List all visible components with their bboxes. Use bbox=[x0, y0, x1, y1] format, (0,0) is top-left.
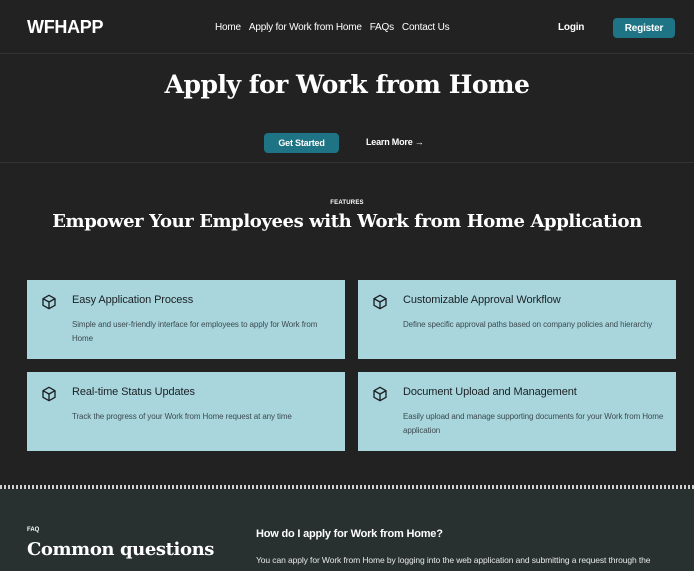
learn-more-link[interactable]: Learn More → bbox=[366, 137, 424, 147]
register-button[interactable]: Register bbox=[613, 18, 675, 38]
faq-eyebrow: FAQ bbox=[27, 527, 40, 533]
get-started-button[interactable]: Get Started bbox=[264, 133, 339, 153]
logo[interactable]: WFHAPP bbox=[27, 17, 104, 38]
login-link[interactable]: Login bbox=[558, 22, 584, 33]
feature-card-title: Document Upload and Management bbox=[403, 386, 577, 398]
feature-card-description: Easily upload and manage supporting docu… bbox=[403, 412, 664, 435]
feature-card: Document Upload and Management Easily up… bbox=[358, 372, 676, 451]
faq-answer: You can apply for Work from Home by logg… bbox=[256, 555, 651, 571]
main-nav: Home Apply for Work from Home FAQs Conta… bbox=[215, 22, 450, 33]
cube-icon bbox=[42, 386, 56, 402]
feature-card-description: Define specific approval paths based on … bbox=[403, 320, 653, 329]
features-title: Empower Your Employees with Work from Ho… bbox=[52, 211, 642, 232]
nav-apply[interactable]: Apply for Work from Home bbox=[249, 22, 362, 33]
hero-title: Apply for Work from Home bbox=[164, 70, 530, 99]
nav-home[interactable]: Home bbox=[215, 22, 241, 33]
feature-card-title: Easy Application Process bbox=[72, 294, 194, 306]
cube-icon bbox=[373, 294, 387, 310]
feature-card-description: Simple and user-friendly interface for e… bbox=[72, 320, 318, 343]
feature-card: Easy Application Process Simple and user… bbox=[27, 280, 345, 359]
site-header: WFHAPP Home Apply for Work from Home FAQ… bbox=[0, 0, 694, 54]
feature-card: Real-time Status Updates Track the progr… bbox=[27, 372, 345, 451]
features-eyebrow: FEATURES bbox=[330, 200, 364, 206]
faq-question[interactable]: How do I apply for Work from Home? bbox=[256, 528, 443, 540]
hero-section: Apply for Work from Home Get Started Lea… bbox=[0, 54, 694, 163]
nav-faqs[interactable]: FAQs bbox=[370, 22, 394, 33]
feature-card-title: Real-time Status Updates bbox=[72, 386, 195, 398]
feature-card: Customizable Approval Workflow Define sp… bbox=[358, 280, 676, 359]
faq-section: FAQ Common questions How do I apply for … bbox=[0, 489, 694, 571]
cube-icon bbox=[373, 386, 387, 402]
cube-icon bbox=[42, 294, 56, 310]
feature-card-description: Track the progress of your Work from Hom… bbox=[72, 412, 292, 421]
nav-contact[interactable]: Contact Us bbox=[402, 22, 450, 33]
faq-title: Common questions bbox=[27, 539, 215, 560]
feature-card-title: Customizable Approval Workflow bbox=[403, 294, 561, 306]
